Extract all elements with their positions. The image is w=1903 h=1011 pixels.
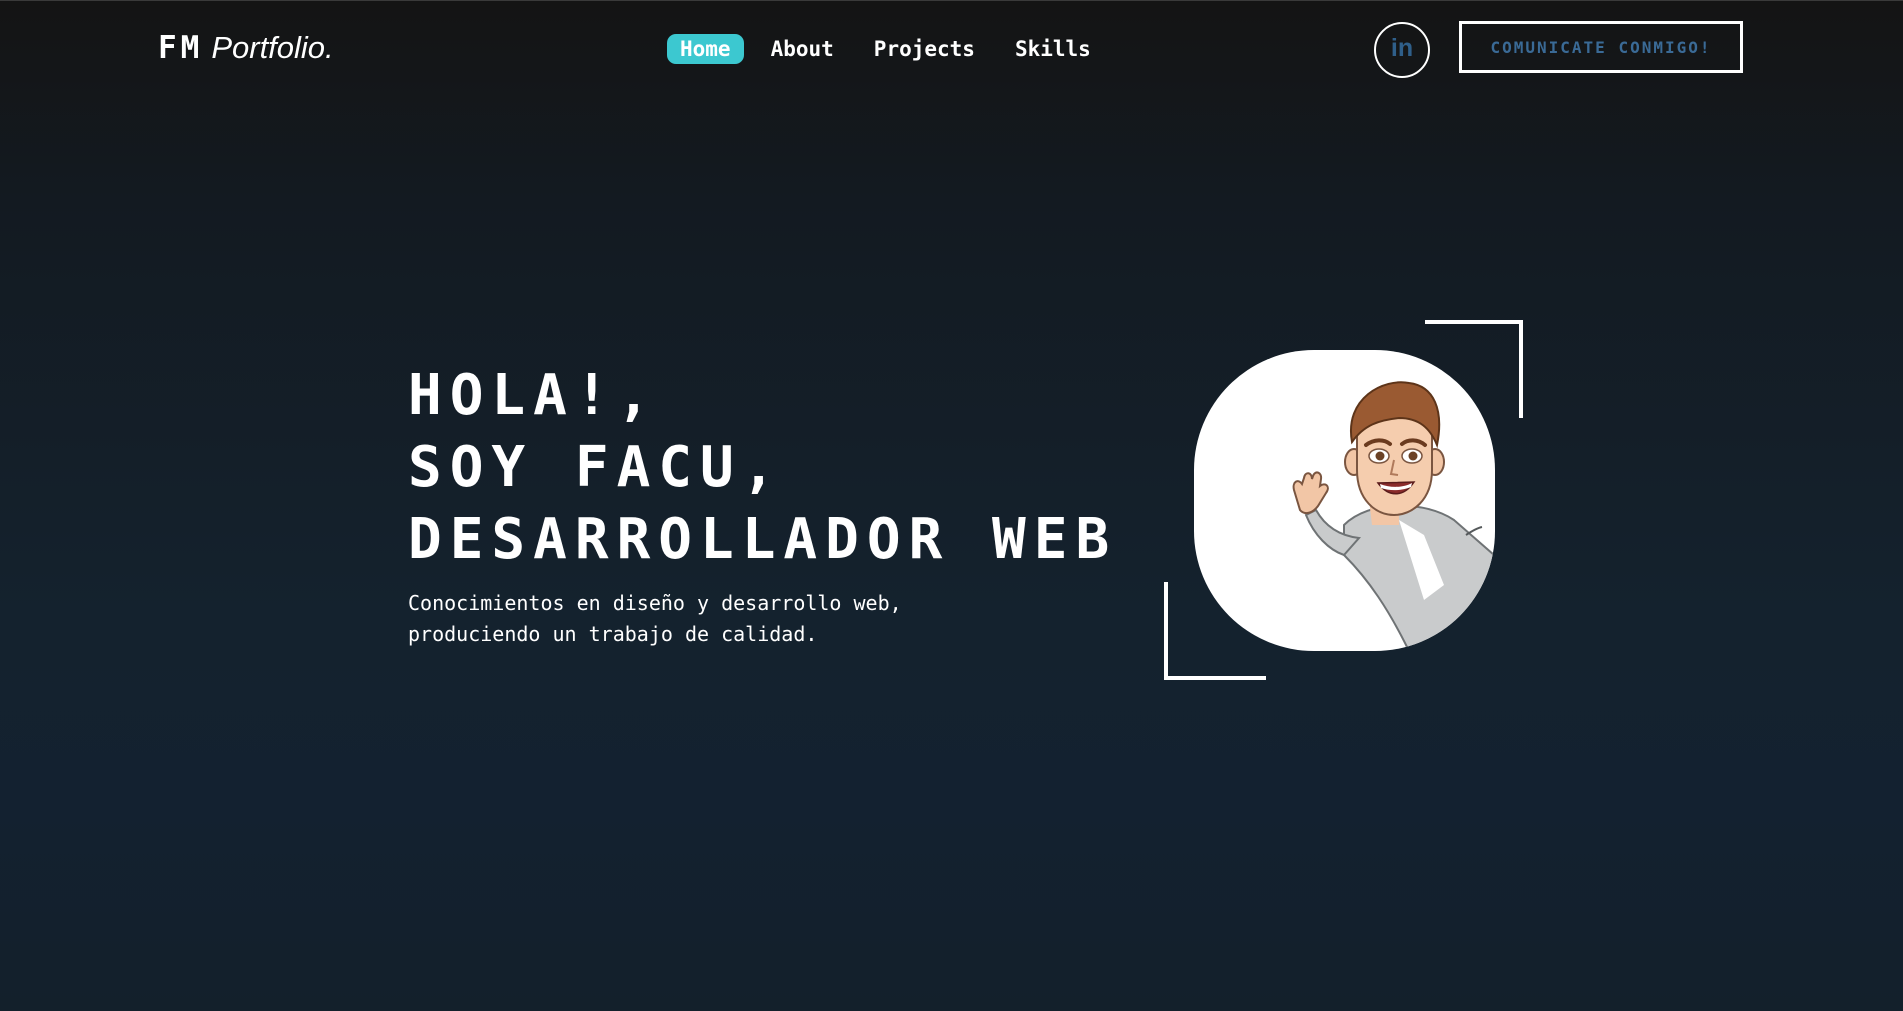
logo-text: Portfolio. xyxy=(211,30,334,65)
logo-mark: FM xyxy=(158,30,204,66)
contact-button[interactable]: COMUNICATE CONMIGO! xyxy=(1459,21,1743,73)
hero-title-line-1: HOLA!, xyxy=(408,363,659,428)
contact-button-label: COMUNICATE CONMIGO! xyxy=(1490,37,1712,57)
hero-title-line-3: DESARROLLADOR WEB xyxy=(408,507,1118,572)
nav-item-about[interactable]: About xyxy=(758,34,847,64)
top-border xyxy=(0,0,1903,1)
hero-title-line-2: SOY FACU, xyxy=(408,435,784,500)
hero-description: Conocimientos en diseño y desarrollo web… xyxy=(408,591,902,646)
linkedin-button[interactable]: in xyxy=(1374,22,1430,78)
linkedin-icon: in xyxy=(1390,34,1414,62)
nav-item-skills[interactable]: Skills xyxy=(1002,34,1104,64)
logo[interactable]: FM Portfolio. xyxy=(158,30,334,74)
avatar xyxy=(1194,350,1495,651)
nav-item-projects[interactable]: Projects xyxy=(861,34,988,64)
main-nav: Home About Projects Skills xyxy=(667,34,1104,64)
waving-character-avatar xyxy=(1292,381,1495,651)
nav-item-home[interactable]: Home xyxy=(667,34,744,64)
hero-title: HOLA!, SOY FACU, DESARROLLADOR WEB xyxy=(408,360,1117,576)
